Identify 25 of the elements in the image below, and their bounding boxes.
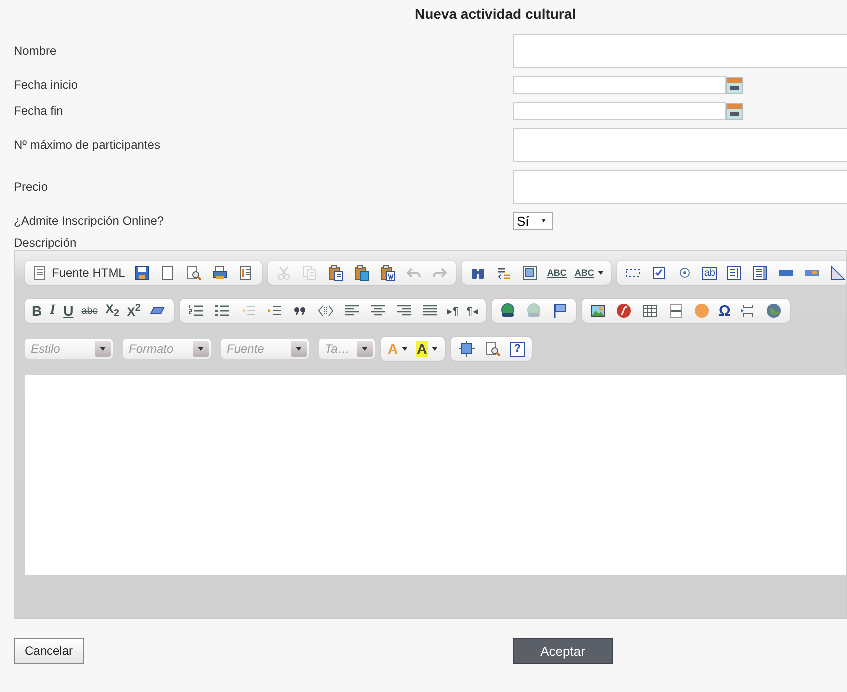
field-label: Descripción bbox=[14, 236, 78, 250]
page-title: Nueva actividad cultural bbox=[414, 6, 578, 24]
subscript-button[interactable]: X$_{2}$ bbox=[102, 301, 122, 321]
source-button[interactable]: Fuente HTML bbox=[29, 263, 128, 283]
underline-button[interactable]: U bbox=[60, 301, 77, 321]
field-label: Fecha inicio bbox=[14, 78, 80, 92]
dropdown[interactable]: Sí bbox=[513, 212, 553, 230]
spellcheck-button[interactable]: ABC bbox=[572, 263, 608, 283]
text-field-button[interactable]: ab bbox=[699, 263, 720, 283]
italic-button[interactable]: I bbox=[47, 301, 59, 321]
special-char-button[interactable]: Ω bbox=[716, 301, 734, 321]
accept-button[interactable]: Aceptar bbox=[513, 638, 613, 664]
superscript-button[interactable]: X$^{2}$ bbox=[124, 301, 144, 321]
field-label: Precio bbox=[14, 180, 50, 194]
field-label: ¿Admite Inscripción Online? bbox=[14, 214, 166, 228]
ltr-button[interactable]: ▸¶ bbox=[444, 301, 462, 321]
bold-button[interactable]: B bbox=[29, 301, 46, 321]
field-label: Fecha fin bbox=[14, 104, 64, 118]
spellcheck-button[interactable]: ABC bbox=[544, 263, 570, 283]
field-label: Nombre bbox=[14, 44, 58, 58]
background-color-button[interactable]: A bbox=[413, 339, 442, 359]
rtl-button[interactable]: ¶◂ bbox=[464, 301, 482, 321]
cancel-button[interactable]: Cancelar bbox=[14, 638, 84, 664]
field-label: Nº máximo de participantes bbox=[14, 138, 162, 152]
strikethrough-button[interactable]: abc bbox=[78, 301, 101, 321]
